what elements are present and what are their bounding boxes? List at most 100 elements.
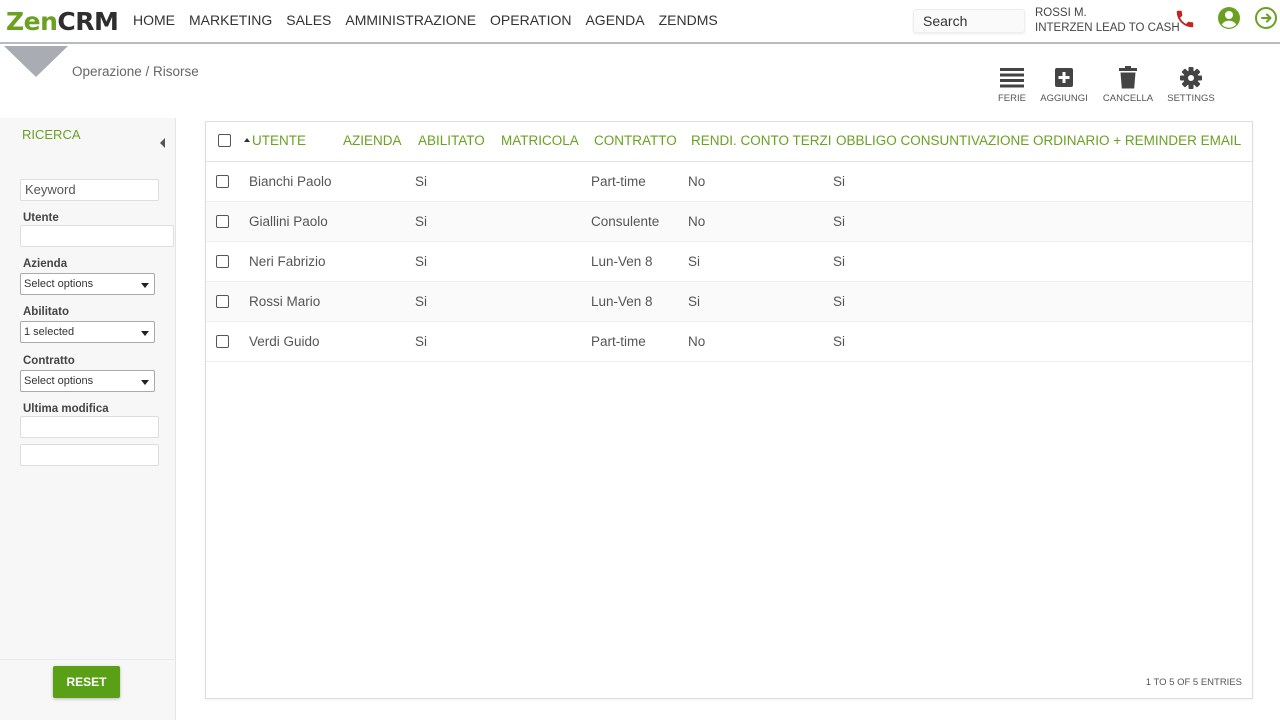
cell-utente: Rossi Mario bbox=[249, 294, 321, 309]
col-azienda[interactable]: AZIENDA bbox=[343, 133, 402, 148]
contratto-label: Contratto bbox=[23, 355, 75, 367]
col-abilitato[interactable]: ABILITATO bbox=[418, 133, 485, 148]
nav-operation[interactable]: OPERATION bbox=[490, 12, 571, 28]
sort-asc-icon bbox=[244, 138, 250, 142]
pagination-info: 1 TO 5 OF 5 ENTRIES bbox=[1145, 677, 1242, 688]
search-sidebar: RICERCA Keyword Utente Azienda Select op… bbox=[0, 118, 176, 720]
row-checkbox[interactable] bbox=[216, 295, 229, 308]
user-info[interactable]: ROSSI M. INTERZEN LEAD TO CASH bbox=[1035, 6, 1180, 36]
keyword-input[interactable]: Keyword bbox=[20, 179, 159, 201]
ultima-modifica-label: Ultima modifica bbox=[23, 403, 109, 415]
nav-sales[interactable]: SALES bbox=[286, 12, 331, 28]
reset-button[interactable]: RESET bbox=[53, 666, 120, 698]
resources-table: UTENTE AZIENDA ABILITATO MATRICOLA CONTR… bbox=[205, 121, 1253, 699]
cell-obbligo: Si bbox=[833, 334, 846, 349]
contratto-select[interactable]: Select options bbox=[20, 370, 155, 392]
cell-abilitato: Si bbox=[415, 174, 428, 189]
nav-amministrazione[interactable]: AMMINISTRAZIONE bbox=[345, 12, 476, 28]
abilitato-select-value: 1 selected bbox=[24, 326, 75, 338]
cell-abilitato: Si bbox=[415, 214, 428, 229]
logo-part-zen: Zen bbox=[6, 7, 58, 36]
table-row[interactable]: Rossi Mario Si Lun-Ven 8 Si Si bbox=[206, 282, 1252, 322]
cell-obbligo: Si bbox=[833, 294, 846, 309]
col-utente[interactable]: UTENTE bbox=[252, 133, 306, 148]
cell-utente: Bianchi Paolo bbox=[249, 174, 332, 189]
list-icon bbox=[1000, 68, 1024, 88]
ultima-modifica-to-input[interactable] bbox=[20, 444, 159, 466]
nav-tab-indicator bbox=[4, 46, 68, 77]
top-navbar: ZenCRM HOME MARKETING SALES AMMINISTRAZI… bbox=[0, 0, 1280, 44]
table-row[interactable]: Giallini Paolo Si Consulente No Si bbox=[206, 202, 1252, 242]
abilitato-select[interactable]: 1 selected bbox=[20, 321, 155, 343]
cell-contratto: Lun-Ven 8 bbox=[591, 294, 653, 309]
cell-contratto: Consulente bbox=[591, 214, 660, 229]
sidebar-divider bbox=[0, 659, 176, 660]
chevron-down-icon bbox=[141, 283, 149, 288]
select-all-checkbox[interactable] bbox=[218, 134, 231, 147]
contratto-select-value: Select options bbox=[24, 375, 94, 387]
cell-contratto: Part-time bbox=[591, 334, 646, 349]
cancella-button[interactable]: CANCELLA bbox=[1098, 66, 1158, 104]
nav-marketing[interactable]: MARKETING bbox=[189, 12, 272, 28]
utente-label: Utente bbox=[23, 212, 59, 224]
cell-rendi: No bbox=[688, 214, 706, 229]
ferie-button[interactable]: FERIE bbox=[982, 66, 1042, 104]
breadcrumb: Operazione / Risorse bbox=[72, 64, 199, 79]
cell-obbligo: Si bbox=[833, 174, 846, 189]
zencrm-logo[interactable]: ZenCRM bbox=[6, 7, 119, 36]
aggiungi-button[interactable]: AGGIUNGI bbox=[1034, 66, 1094, 104]
cell-utente: Giallini Paolo bbox=[249, 214, 328, 229]
cell-obbligo: Si bbox=[833, 254, 846, 269]
main-nav: HOME MARKETING SALES AMMINISTRAZIONE OPE… bbox=[133, 12, 732, 28]
table-row[interactable]: Neri Fabrizio Si Lun-Ven 8 Si Si bbox=[206, 242, 1252, 282]
cell-abilitato: Si bbox=[415, 294, 428, 309]
row-checkbox[interactable] bbox=[216, 215, 229, 228]
col-matricola[interactable]: MATRICOLA bbox=[501, 133, 579, 148]
gear-icon bbox=[1180, 67, 1202, 89]
azienda-select[interactable]: Select options bbox=[20, 273, 155, 295]
plus-icon bbox=[1055, 68, 1073, 87]
row-checkbox[interactable] bbox=[216, 335, 229, 348]
azienda-select-value: Select options bbox=[24, 278, 94, 290]
nav-zendms[interactable]: ZENDMS bbox=[659, 12, 718, 28]
phone-icon[interactable] bbox=[1174, 8, 1196, 30]
chevron-down-icon bbox=[141, 380, 149, 385]
col-contratto[interactable]: CONTRATTO bbox=[594, 133, 677, 148]
table-header: UTENTE AZIENDA ABILITATO MATRICOLA CONTR… bbox=[206, 122, 1252, 162]
search-input[interactable]: Search bbox=[913, 9, 1025, 33]
chevron-down-icon bbox=[141, 331, 149, 336]
table-row[interactable]: Bianchi Paolo Si Part-time No Si bbox=[206, 162, 1252, 202]
user-icon[interactable] bbox=[1217, 6, 1241, 30]
azienda-label: Azienda bbox=[23, 258, 68, 270]
cell-rendi: Si bbox=[688, 294, 701, 309]
sidebar-title: RICERCA bbox=[22, 127, 81, 142]
settings-label: SETTINGS bbox=[1167, 93, 1215, 104]
cell-utente: Neri Fabrizio bbox=[249, 254, 326, 269]
cell-abilitato: Si bbox=[415, 334, 428, 349]
nav-agenda[interactable]: AGENDA bbox=[585, 12, 644, 28]
logo-part-crm: CRM bbox=[57, 7, 119, 36]
aggiungi-label: AGGIUNGI bbox=[1040, 93, 1088, 104]
logout-icon[interactable] bbox=[1254, 6, 1278, 30]
collapse-left-icon[interactable] bbox=[160, 138, 165, 148]
user-name: ROSSI M. bbox=[1035, 7, 1087, 19]
cell-rendi: No bbox=[688, 334, 706, 349]
cell-contratto: Lun-Ven 8 bbox=[591, 254, 653, 269]
ferie-label: FERIE bbox=[998, 93, 1026, 104]
trash-icon bbox=[1119, 66, 1137, 89]
col-rendi-conto-terzi[interactable]: RENDI. CONTO TERZI bbox=[691, 133, 832, 148]
abilitato-label: Abilitato bbox=[23, 306, 69, 318]
utente-input[interactable] bbox=[20, 225, 174, 247]
table-row[interactable]: Verdi Guido Si Part-time No Si bbox=[206, 322, 1252, 362]
cell-contratto: Part-time bbox=[591, 174, 646, 189]
settings-button[interactable]: SETTINGS bbox=[1161, 66, 1221, 104]
cell-rendi: No bbox=[688, 174, 706, 189]
cell-utente: Verdi Guido bbox=[249, 334, 320, 349]
cell-rendi: Si bbox=[688, 254, 701, 269]
col-obbligo-consuntivazione[interactable]: OBBLIGO CONSUNTIVAZIONE ORDINARIO + REMI… bbox=[836, 133, 1241, 148]
cell-abilitato: Si bbox=[415, 254, 428, 269]
row-checkbox[interactable] bbox=[216, 175, 229, 188]
row-checkbox[interactable] bbox=[216, 255, 229, 268]
nav-home[interactable]: HOME bbox=[133, 12, 175, 28]
ultima-modifica-from-input[interactable] bbox=[20, 416, 159, 438]
